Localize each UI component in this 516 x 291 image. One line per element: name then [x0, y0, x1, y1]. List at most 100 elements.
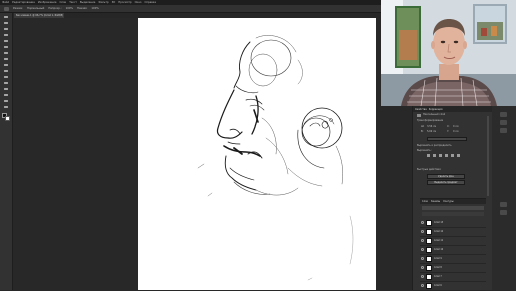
- brush-settings-icon[interactable]: [500, 210, 507, 215]
- layer-row[interactable]: Слой 11: [420, 237, 486, 246]
- type-tool-icon[interactable]: [2, 99, 10, 103]
- align-center-icon[interactable]: [433, 154, 436, 157]
- menu-layers[interactable]: Слои: [59, 1, 66, 4]
- align-middle-icon[interactable]: [451, 154, 454, 157]
- menu-edit[interactable]: Редактирование: [12, 1, 35, 4]
- tab-paths[interactable]: Контуры: [443, 200, 454, 203]
- layer-row[interactable]: Слой 12: [420, 228, 486, 237]
- eraser-tool-icon[interactable]: [2, 75, 10, 79]
- history-panel-icon[interactable]: [500, 202, 507, 207]
- y-label: Y:: [447, 130, 449, 133]
- presenter-image: [381, 0, 516, 106]
- menu-file[interactable]: Файл: [2, 1, 9, 4]
- visibility-eye-icon[interactable]: [421, 275, 424, 278]
- background-color-swatch[interactable]: [5, 116, 10, 121]
- layers-panel: Слои Каналы Контуры Слой 13 Слой 12 Слой…: [420, 198, 486, 291]
- layer-name: Слой 7: [434, 275, 442, 278]
- menu-help[interactable]: Справка: [145, 1, 156, 4]
- rotation-field[interactable]: [427, 137, 467, 141]
- menu-filter[interactable]: Фильтр: [98, 1, 108, 4]
- menu-text[interactable]: Текст: [69, 1, 77, 4]
- layer-name: Слой 10: [434, 248, 444, 251]
- tab-adjustments[interactable]: Коррекция: [429, 108, 443, 111]
- healing-tool-icon[interactable]: [2, 51, 10, 55]
- menu-window[interactable]: Окно: [135, 1, 142, 4]
- libraries-panel-icon[interactable]: [500, 128, 507, 133]
- menu-image[interactable]: Изображение: [38, 1, 57, 4]
- align-bottom-icon[interactable]: [457, 154, 460, 157]
- dodge-tool-icon[interactable]: [2, 87, 10, 91]
- visibility-eye-icon[interactable]: [421, 266, 424, 269]
- opacity-label: Непрозр.:: [48, 7, 62, 10]
- tab-layers[interactable]: Слои: [422, 200, 428, 203]
- width-value[interactable]: 3,56 см: [427, 125, 436, 129]
- layer-name: Слой 11: [434, 239, 444, 242]
- brush-tool-icon[interactable]: [2, 57, 10, 61]
- height-label: В:: [421, 130, 424, 133]
- quick-select-tool-icon[interactable]: [2, 33, 10, 37]
- layer-thumbnail: [426, 238, 432, 244]
- menu-3d[interactable]: 3D: [112, 1, 116, 4]
- opacity-field[interactable]: 100%: [66, 7, 73, 10]
- layer-row[interactable]: Слой 10: [420, 246, 486, 255]
- tab-properties[interactable]: Свойства: [415, 108, 427, 111]
- align-label: Выровнять и распределить: [417, 144, 452, 147]
- layer-row[interactable]: Слой 13: [420, 219, 486, 228]
- layer-thumbnail: [426, 247, 432, 253]
- layer-filter-bar[interactable]: [422, 206, 484, 210]
- layer-thumbnail: [426, 220, 432, 226]
- menu-view[interactable]: Просмотр: [118, 1, 131, 4]
- color-panel-icon[interactable]: [500, 112, 507, 117]
- drawing-canvas[interactable]: [138, 18, 376, 290]
- align-sub-label: Выровнять:: [417, 149, 432, 152]
- eyedropper-tool-icon[interactable]: [2, 45, 10, 49]
- width-label: Ш:: [421, 125, 425, 128]
- visibility-eye-icon[interactable]: [421, 239, 424, 242]
- webcam-video: [381, 0, 516, 106]
- align-left-icon[interactable]: [427, 154, 430, 157]
- y-value[interactable]: 0 см: [453, 130, 458, 134]
- layer-thumbnail: [426, 274, 432, 280]
- hand-tool-icon[interactable]: [2, 105, 10, 109]
- face-sketch: [197, 35, 354, 281]
- lasso-tool-icon[interactable]: [2, 27, 10, 31]
- pen-tool-icon[interactable]: [2, 93, 10, 97]
- move-tool-icon[interactable]: [2, 15, 10, 19]
- pixel-layer-icon: [417, 114, 421, 117]
- swatches-panel-icon[interactable]: [500, 120, 507, 125]
- layer-thumbnail: [426, 256, 432, 262]
- history-brush-tool-icon[interactable]: [2, 69, 10, 73]
- section-title: Пиксельный слой: [423, 113, 446, 116]
- layer-row[interactable]: Слой 9: [420, 255, 486, 264]
- tools-panel: [0, 13, 13, 290]
- x-label: X:: [447, 125, 450, 128]
- brush-preset-icon[interactable]: [4, 6, 9, 11]
- layer-name: Слой 12: [434, 230, 444, 233]
- x-value[interactable]: 0 см: [453, 125, 458, 129]
- select-subject-button[interactable]: Выделить предмет: [427, 180, 465, 185]
- visibility-eye-icon[interactable]: [421, 248, 424, 251]
- visibility-eye-icon[interactable]: [421, 284, 424, 287]
- align-top-icon[interactable]: [445, 154, 448, 157]
- visibility-eye-icon[interactable]: [421, 221, 424, 224]
- remove-background-button[interactable]: Удалить фон: [427, 174, 465, 179]
- align-right-icon[interactable]: [439, 154, 442, 157]
- menu-select[interactable]: Выделение: [80, 1, 95, 4]
- crop-tool-icon[interactable]: [2, 39, 10, 43]
- layers-tabs: Слои Каналы Контуры: [420, 199, 486, 204]
- stamp-tool-icon[interactable]: [2, 63, 10, 67]
- tab-channels[interactable]: Каналы: [431, 200, 440, 203]
- visibility-eye-icon[interactable]: [421, 230, 424, 233]
- layer-row[interactable]: Слой 7: [420, 273, 486, 282]
- gradient-tool-icon[interactable]: [2, 81, 10, 85]
- visibility-eye-icon[interactable]: [421, 257, 424, 260]
- layer-thumbnail: [426, 283, 432, 289]
- mode-select[interactable]: Нормальный: [27, 7, 44, 10]
- marquee-tool-icon[interactable]: [2, 21, 10, 25]
- flow-field[interactable]: 100%: [91, 7, 98, 10]
- properties-scrollbar[interactable]: [487, 116, 489, 196]
- panel-icon-strip: [492, 106, 516, 290]
- height-value[interactable]: 5,69 см: [427, 130, 436, 134]
- layer-row[interactable]: Слой 8: [420, 264, 486, 273]
- blend-mode-bar[interactable]: [422, 212, 484, 216]
